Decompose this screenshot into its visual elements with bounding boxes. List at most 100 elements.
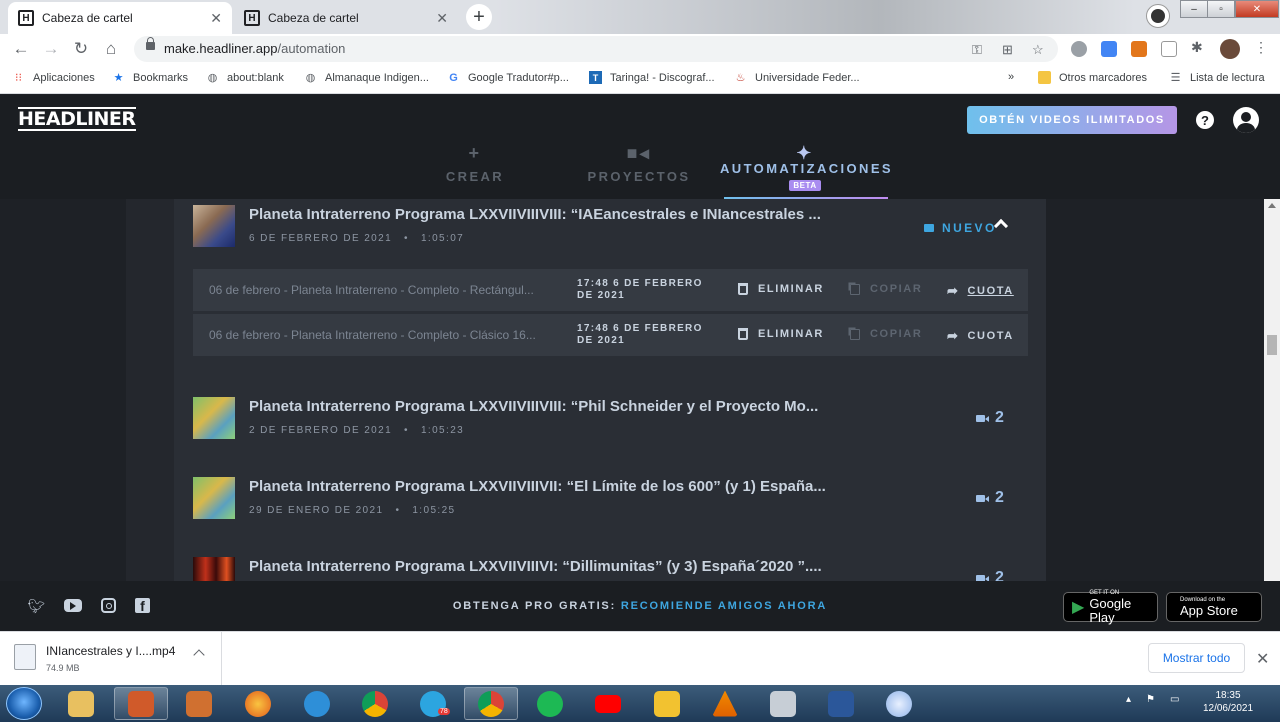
tab-crear[interactable]: + CREAR (390, 143, 560, 184)
video-count[interactable]: 2 (976, 409, 1004, 427)
video-count[interactable]: 2 (976, 569, 1004, 581)
close-tab-icon[interactable]: ✕ (436, 10, 448, 27)
bookmark-star-icon[interactable]: ☆ (1032, 42, 1044, 58)
scroll-up-icon[interactable] (1268, 203, 1276, 208)
spotify-taskbar-button[interactable] (523, 687, 577, 720)
word-taskbar-button[interactable] (814, 687, 868, 720)
chrome-taskbar-button[interactable] (348, 687, 402, 720)
browser-menu-icon[interactable]: ⋮ (1254, 39, 1270, 55)
chevron-up-icon[interactable] (193, 649, 205, 661)
account-avatar-icon[interactable] (1233, 107, 1259, 133)
pdf-icon (654, 690, 680, 717)
paint-brush-taskbar-button[interactable] (872, 687, 926, 720)
lock-icon (146, 37, 155, 50)
delete-button[interactable]: ELIMINAR (738, 328, 824, 340)
tab-proyectos[interactable]: ■◂ PROYECTOS (554, 143, 724, 184)
forward-icon[interactable]: → (40, 38, 62, 60)
refer-friends-link[interactable]: RECOMIENDE AMIGOS AHORA (621, 600, 827, 612)
video-name[interactable]: 06 de febrero - Planeta Intraterreno - C… (209, 328, 536, 342)
metamask-icon[interactable] (1131, 41, 1147, 57)
extension-icon[interactable] (1071, 41, 1087, 57)
url-text[interactable]: make.headliner.app/automation (164, 41, 345, 56)
home-icon[interactable]: ⌂ (100, 38, 122, 60)
copy-button[interactable]: COPIAR (850, 283, 922, 295)
browser-tab-2[interactable]: H Cabeza de cartel ✕ (234, 2, 458, 34)
maximize-button[interactable]: ▫ (1207, 0, 1235, 18)
bookmark-about-blank[interactable]: ◍ about:blank (206, 71, 284, 85)
headliner-logo[interactable]: HEADLINER (18, 107, 136, 131)
download-file-icon[interactable] (14, 644, 36, 670)
bookmark-taringa[interactable]: T Taringa! - Discograf... (589, 71, 715, 84)
video-name[interactable]: 06 de febrero - Planeta Intraterreno - C… (209, 283, 534, 297)
show-all-downloads-button[interactable]: Mostrar todo (1148, 643, 1245, 673)
video-date: 17:48 6 DE FEBRERO DE 2021 (577, 278, 717, 302)
bookmark-apps[interactable]: ⁝⁝ Aplicaciones (12, 71, 95, 85)
start-button[interactable] (6, 687, 42, 720)
close-window-button[interactable]: ✕ (1235, 0, 1279, 18)
share-button[interactable]: ➦ CUOTA (947, 283, 1014, 299)
reload-icon[interactable]: ↻ (70, 38, 92, 60)
share-button[interactable]: ➦ CUOTA (947, 328, 1014, 344)
copy-label: COPIAR (870, 328, 923, 340)
video-count[interactable]: 2 (976, 489, 1004, 507)
vlc-taskbar-button[interactable] (698, 687, 752, 720)
new-tab-button[interactable]: + (466, 4, 492, 30)
firefox-taskbar-button[interactable] (231, 687, 285, 720)
project-title[interactable]: Planeta Intraterreno Programa LXXVIIVIII… (249, 558, 822, 575)
minimize-button[interactable]: – (1180, 0, 1208, 18)
system-clock[interactable]: 18:35 12/06/2021 (1198, 689, 1258, 715)
bookmark-bookmarks[interactable]: ★ Bookmarks (112, 71, 188, 85)
project-title[interactable]: Planeta Intraterreno Programa LXXVIIVIII… (249, 478, 826, 495)
video-row[interactable]: 06 de febrero - Planeta Intraterreno - C… (193, 314, 1028, 356)
show-hidden-icons[interactable]: ▴ (1126, 694, 1131, 705)
key-icon[interactable]: ⚿ (972, 42, 982, 58)
bookmark-universidade[interactable]: ♨ Universidade Feder... (734, 71, 860, 85)
translate-icon[interactable]: ⊞ (1002, 42, 1013, 58)
browser-tab-1[interactable]: H Cabeza de cartel ✕ (8, 2, 232, 34)
media-player-taskbar-button[interactable] (172, 687, 226, 720)
paint-taskbar-button[interactable] (114, 687, 168, 720)
profile-menu-icon[interactable] (1146, 4, 1170, 28)
app-store-button[interactable]: Download on the App Store (1166, 592, 1262, 622)
close-tab-icon[interactable]: ✕ (210, 10, 222, 27)
page-scrollbar[interactable] (1264, 199, 1280, 581)
clock-time: 18:35 (1215, 690, 1241, 701)
other-bookmarks[interactable]: Otros marcadores (1038, 71, 1147, 84)
internet-explorer-taskbar-button[interactable] (290, 687, 344, 720)
status-label: NUEVO (942, 221, 997, 235)
tab-automatizaciones[interactable]: ✦ AUTOMATIZACIONES BETA (720, 143, 891, 191)
scroll-thumb[interactable] (1267, 335, 1277, 355)
project-title[interactable]: Planeta Intraterreno Programa LXXVIIVIII… (249, 206, 821, 223)
video-row[interactable]: 06 de febrero - Planeta Intraterreno - C… (193, 269, 1028, 311)
close-downloads-icon[interactable]: ✕ (1256, 649, 1269, 669)
youtube-taskbar-button[interactable] (581, 687, 635, 720)
network-icon[interactable]: ▭ (1170, 694, 1179, 705)
bookmark-label: Almanaque Indigen... (325, 71, 429, 84)
google-play-button[interactable]: ▶ GET IT ON Google Play (1063, 590, 1158, 624)
share-label: CUOTA (967, 330, 1014, 342)
help-icon[interactable]: ? (1196, 111, 1214, 129)
bookmarks-overflow-button[interactable]: » (1008, 71, 1014, 83)
pdf-taskbar-button[interactable] (640, 687, 694, 720)
bookmark-label: Universidade Feder... (755, 71, 860, 84)
project-title[interactable]: Planeta Intraterreno Programa LXXVIIVIII… (249, 398, 818, 415)
copy-button[interactable]: COPIAR (850, 328, 922, 340)
bookmark-almanaque[interactable]: ◍ Almanaque Indigen... (304, 71, 429, 85)
puzzle-icon[interactable]: ✱ (1191, 39, 1207, 55)
calculator-taskbar-button[interactable] (756, 687, 810, 720)
chrome-active-taskbar-button[interactable] (464, 687, 518, 720)
headliner-extension-icon[interactable] (1161, 41, 1177, 57)
automations-content: Planeta Intraterreno Programa LXXVIIVIII… (0, 199, 1280, 581)
action-center-flag-icon[interactable]: ⚑ (1146, 694, 1155, 705)
avatar[interactable] (1220, 39, 1240, 59)
translate-extension-icon[interactable] (1101, 41, 1117, 57)
explorer-taskbar-button[interactable] (54, 687, 108, 720)
download-file-name[interactable]: INIancestrales y I....mp4 (46, 644, 175, 658)
unlimited-videos-button[interactable]: OBTÉN VIDEOS ILIMITADOS (967, 106, 1177, 134)
reading-list[interactable]: ☰ Lista de lectura (1169, 71, 1265, 85)
bookmark-google-tradutor[interactable]: G Google Tradutor#p... (447, 71, 569, 84)
delete-button[interactable]: ELIMINAR (738, 283, 824, 295)
back-icon[interactable]: ← (10, 38, 32, 60)
address-bar[interactable]: make.headliner.app/automation ⚿ ⊞ ☆ (134, 36, 1058, 62)
telegram-taskbar-button[interactable]: 78 (406, 687, 460, 720)
